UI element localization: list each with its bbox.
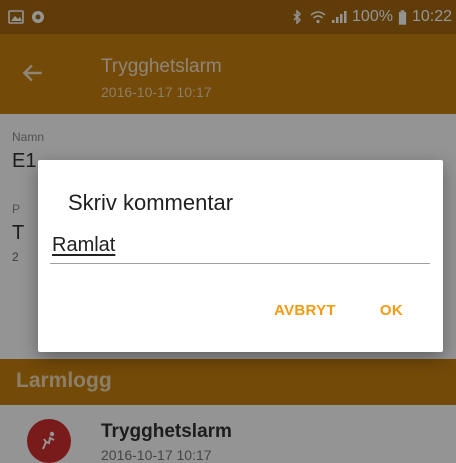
comment-input[interactable]	[50, 228, 430, 264]
cancel-button[interactable]: AVBRYT	[274, 302, 336, 319]
dialog-title: Skriv kommentar	[68, 190, 234, 215]
ok-button[interactable]: OK	[380, 302, 403, 319]
dialog-actions: AVBRYT OK	[274, 302, 403, 319]
comment-dialog: Skriv kommentar AVBRYT OK	[38, 160, 443, 352]
